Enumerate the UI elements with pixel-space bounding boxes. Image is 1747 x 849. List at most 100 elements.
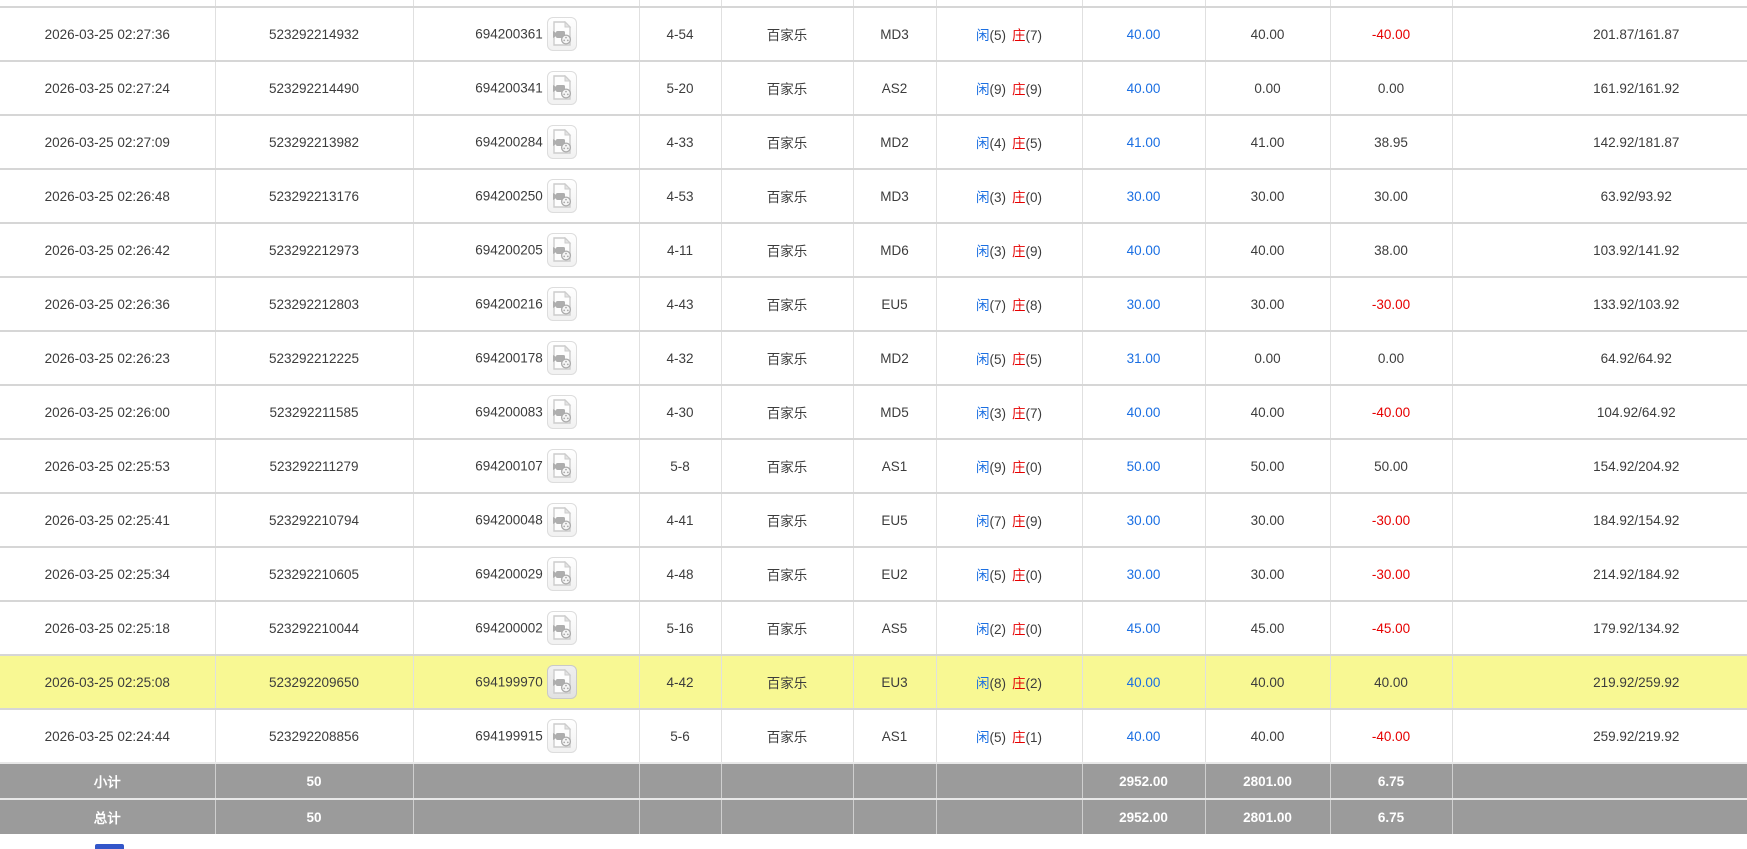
cell-bet-time: 2026-03-25 02:25:41: [0, 493, 215, 547]
cell-game-result: 闲(9)庄(0): [936, 439, 1082, 493]
cell-game-result: 闲(8)庄(2): [936, 655, 1082, 709]
video-replay-button[interactable]: [547, 395, 577, 429]
cell-bet-time: 2026-03-25 02:26:00: [0, 385, 215, 439]
cell-bet-id: 523292211585: [215, 385, 413, 439]
cell-game-name: 百家乐: [721, 115, 853, 169]
player-points: (2): [990, 622, 1007, 637]
cell-game-result: 闲(3)庄(0): [936, 169, 1082, 223]
table-row[interactable]: 2026-03-25 02:26:36 523292212803 6942002…: [0, 277, 1747, 331]
table-row[interactable]: 2026-03-25 02:25:08 523292209650 6941999…: [0, 655, 1747, 709]
cell-bet-amount: 41.00: [1082, 115, 1205, 169]
video-replay-button[interactable]: [547, 287, 577, 321]
video-replay-button[interactable]: [547, 557, 577, 591]
video-replay-button[interactable]: [547, 17, 577, 51]
cell-valid-amount: 40.00: [1205, 7, 1330, 61]
cell-room-code: EU2: [853, 547, 936, 601]
player-points: (3): [990, 190, 1007, 205]
cell-table-number: 4-53: [639, 169, 721, 223]
table-row[interactable]: 2026-03-25 02:27:36 523292214932 6942003…: [0, 7, 1747, 61]
clipped-cell: [0, 0, 215, 7]
cell-game-name: 百家乐: [721, 223, 853, 277]
table-row[interactable]: 2026-03-25 02:25:34 523292210605 6942000…: [0, 547, 1747, 601]
cell-bet-id: 523292214490: [215, 61, 413, 115]
cell-win-loss: -40.00: [1330, 709, 1452, 763]
cell-win-loss: 40.00: [1330, 655, 1452, 709]
table-row[interactable]: 2026-03-25 02:26:42 523292212973 6942002…: [0, 223, 1747, 277]
clipped-row-above: [0, 0, 1747, 7]
banker-points: (2): [1026, 676, 1043, 691]
video-replay-button[interactable]: [547, 341, 577, 375]
cell-valid-amount: 40.00: [1205, 385, 1330, 439]
cell-bet-time: 2026-03-25 02:25:53: [0, 439, 215, 493]
table-row[interactable]: 2026-03-25 02:27:24 523292214490 6942003…: [0, 61, 1747, 115]
cell-bet-amount: 30.00: [1082, 277, 1205, 331]
summary-empty: [853, 799, 936, 834]
records-viewport: 2026-03-25 02:27:36 523292214932 6942003…: [0, 0, 1747, 849]
video-replay-button[interactable]: [547, 611, 577, 645]
cell-room-code: EU3: [853, 655, 936, 709]
cell-balance: 219.92/259.92: [1452, 655, 1747, 709]
cell-valid-amount: 0.00: [1205, 61, 1330, 115]
cell-table-number: 4-54: [639, 7, 721, 61]
cell-game-result: 闲(7)庄(9): [936, 493, 1082, 547]
banker-label: 庄: [1012, 28, 1026, 43]
video-replay-button[interactable]: [547, 719, 577, 753]
cell-win-loss: -40.00: [1330, 7, 1452, 61]
cell-round-id: 694200107: [413, 439, 639, 493]
summary-bet-total: 2952.00: [1082, 799, 1205, 834]
cell-table-number: 5-6: [639, 709, 721, 763]
table-row[interactable]: 2026-03-25 02:27:09 523292213982 6942002…: [0, 115, 1747, 169]
player-points: (7): [990, 514, 1007, 529]
table-row[interactable]: 2026-03-25 02:25:18 523292210044 6942000…: [0, 601, 1747, 655]
video-replay-button[interactable]: [547, 503, 577, 537]
cell-round-id: 694200216: [413, 277, 639, 331]
summary-empty: [639, 799, 721, 834]
cell-valid-amount: 40.00: [1205, 709, 1330, 763]
summary-bet-total: 2952.00: [1082, 763, 1205, 799]
video-replay-button[interactable]: [547, 449, 577, 483]
player-label: 闲: [976, 514, 990, 529]
cell-bet-time: 2026-03-25 02:25:08: [0, 655, 215, 709]
clipped-cell: [413, 0, 639, 7]
cell-room-code: MD2: [853, 115, 936, 169]
banker-label: 庄: [1012, 406, 1026, 421]
video-replay-button[interactable]: [547, 179, 577, 213]
cell-room-code: MD2: [853, 331, 936, 385]
pagination-active-page-stub[interactable]: [95, 844, 124, 849]
video-replay-icon: [551, 129, 573, 155]
summary-label: 总计: [0, 799, 215, 834]
cell-bet-amount: 40.00: [1082, 709, 1205, 763]
cell-balance: 161.92/161.92: [1452, 61, 1747, 115]
bet-records-table: 2026-03-25 02:27:36 523292214932 6942003…: [0, 0, 1747, 834]
video-replay-button[interactable]: [547, 233, 577, 267]
banker-points: (7): [1026, 28, 1043, 43]
table-row[interactable]: 2026-03-25 02:26:23 523292212225 6942001…: [0, 331, 1747, 385]
cell-bet-amount: 40.00: [1082, 61, 1205, 115]
player-points: (5): [990, 28, 1007, 43]
table-row[interactable]: 2026-03-25 02:26:48 523292213176 6942002…: [0, 169, 1747, 223]
cell-room-code: AS5: [853, 601, 936, 655]
table-row[interactable]: 2026-03-25 02:25:41 523292210794 6942000…: [0, 493, 1747, 547]
table-row[interactable]: 2026-03-25 02:24:44 523292208856 6941999…: [0, 709, 1747, 763]
player-points: (5): [990, 730, 1007, 745]
cell-valid-amount: 40.00: [1205, 223, 1330, 277]
cell-bet-id: 523292214932: [215, 7, 413, 61]
banker-points: (7): [1026, 406, 1043, 421]
video-replay-button[interactable]: [547, 71, 577, 105]
video-replay-button[interactable]: [547, 125, 577, 159]
summary-valid-total: 2801.00: [1205, 799, 1330, 834]
cell-table-number: 4-41: [639, 493, 721, 547]
video-replay-icon: [551, 615, 573, 641]
summary-empty: [721, 763, 853, 799]
table-row[interactable]: 2026-03-25 02:25:53 523292211279 6942001…: [0, 439, 1747, 493]
player-label: 闲: [976, 352, 990, 367]
player-label: 闲: [976, 676, 990, 691]
cell-game-name: 百家乐: [721, 493, 853, 547]
video-replay-button[interactable]: [547, 665, 577, 699]
table-row[interactable]: 2026-03-25 02:26:00 523292211585 6942000…: [0, 385, 1747, 439]
clipped-cell: [1452, 0, 1747, 7]
summary-label: 小计: [0, 763, 215, 799]
cell-bet-amount: 30.00: [1082, 493, 1205, 547]
cell-balance: 133.92/103.92: [1452, 277, 1747, 331]
cell-valid-amount: 30.00: [1205, 547, 1330, 601]
